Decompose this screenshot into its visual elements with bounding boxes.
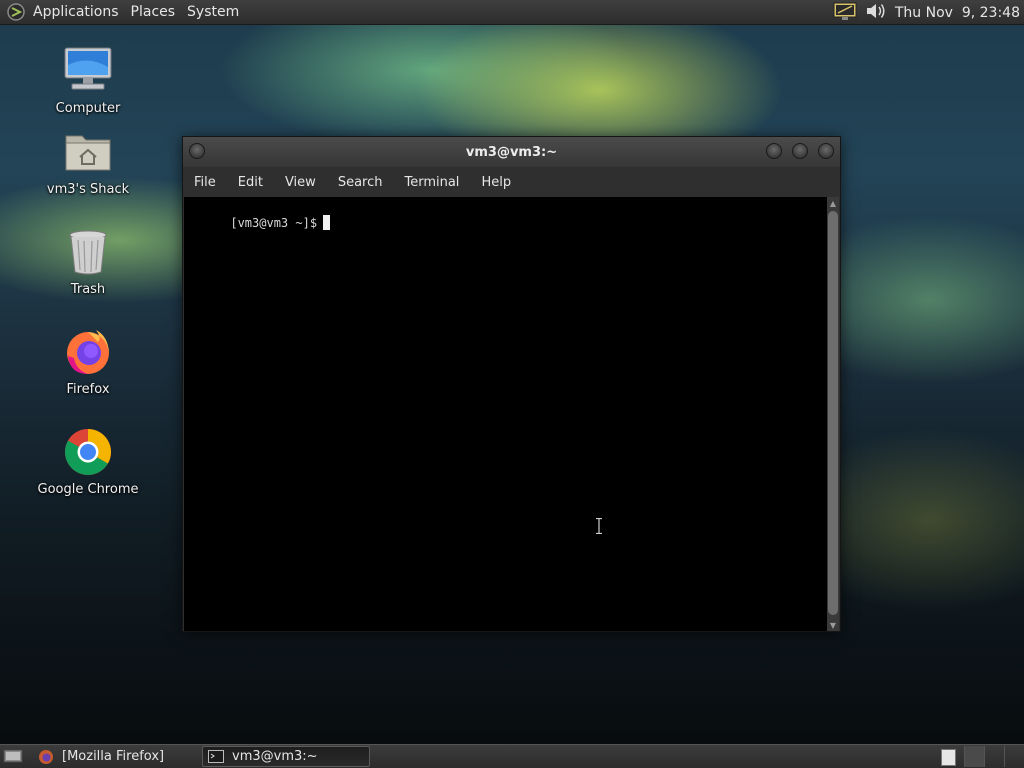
desktop-icon-label: Computer [55,101,121,116]
window-title: vm3@vm3:~ [465,144,558,160]
taskbar-item-firefox[interactable]: [Mozilla Firefox] [36,746,200,767]
volume-icon[interactable] [865,1,887,25]
places-menu[interactable]: Places [125,4,182,20]
text-cursor [323,215,331,230]
workspace-switcher[interactable] [964,746,1024,767]
terminal-scrollbar[interactable]: ▲ ▼ [827,197,839,631]
panel-clock[interactable]: Thu Nov 9, 23:48 [895,5,1020,21]
terminal-menubar: File Edit View Search Terminal Help [183,167,840,197]
desktop-icon-label: vm3's Shack [46,182,130,197]
menu-terminal[interactable]: Terminal [393,175,470,190]
window-titlebar[interactable]: vm3@vm3:~ [183,137,840,167]
desktop-icon-label: Firefox [66,382,110,397]
minimize-icon[interactable] [766,143,782,159]
desktop-icon-chrome[interactable]: Google Chrome [28,426,148,497]
menu-edit[interactable]: Edit [227,175,274,190]
top-panel: Applications Places System Thu Nov 9, 23… [0,0,1024,25]
panel-tray: Thu Nov 9, 23:48 [833,0,1020,25]
show-desktop-icon[interactable] [3,748,23,768]
firefox-icon [62,326,114,378]
workspace-indicator-icon[interactable] [941,749,956,766]
taskbar-item-label: [Mozilla Firefox] [62,749,165,764]
terminal-output[interactable]: [vm3@vm3 ~]$ [184,197,828,631]
terminal-window[interactable]: vm3@vm3:~ File Edit View Search Terminal… [182,136,841,632]
menu-help[interactable]: Help [470,175,522,190]
desktop-icon-label: Google Chrome [37,482,139,497]
desktop-icon-home[interactable]: vm3's Shack [28,126,148,197]
system-menu[interactable]: System [181,4,245,20]
firefox-icon [36,748,56,766]
home-folder-icon [62,126,114,178]
ibeam-cursor-icon [596,518,602,534]
taskbar-item-label: vm3@vm3:~ [232,749,318,764]
display-settings-icon[interactable] [833,1,857,25]
scroll-down-icon[interactable]: ▼ [827,619,839,631]
workspace-2[interactable] [984,746,1004,767]
distro-logo-icon[interactable] [5,1,27,23]
scroll-up-icon[interactable]: ▲ [827,197,839,209]
menu-view[interactable]: View [274,175,327,190]
desktop-icon-label: Trash [70,282,106,297]
window-menu-icon[interactable] [189,143,205,159]
bottom-panel: [Mozilla Firefox] vm3@vm3:~ [0,744,1024,768]
desktop-icon-trash[interactable]: Trash [28,226,148,297]
workspace-3[interactable] [1004,746,1024,767]
terminal-icon [207,749,225,765]
chrome-icon [62,426,114,478]
computer-icon [62,45,114,97]
workspace-1[interactable] [964,746,984,767]
prompt-line: [vm3@vm3 ~]$ [187,201,331,244]
applications-menu[interactable]: Applications [27,4,125,20]
taskbar-item-terminal[interactable]: vm3@vm3:~ [202,746,370,767]
scroll-thumb[interactable] [828,211,838,615]
trash-icon [62,226,114,278]
close-icon[interactable] [818,143,834,159]
menu-file[interactable]: File [183,175,227,190]
desktop-icon-computer[interactable]: Computer [28,45,148,116]
menu-search[interactable]: Search [327,175,394,190]
maximize-icon[interactable] [792,143,808,159]
desktop-icon-firefox[interactable]: Firefox [28,326,148,397]
shell-prompt: [vm3@vm3 ~]$ [230,216,318,230]
